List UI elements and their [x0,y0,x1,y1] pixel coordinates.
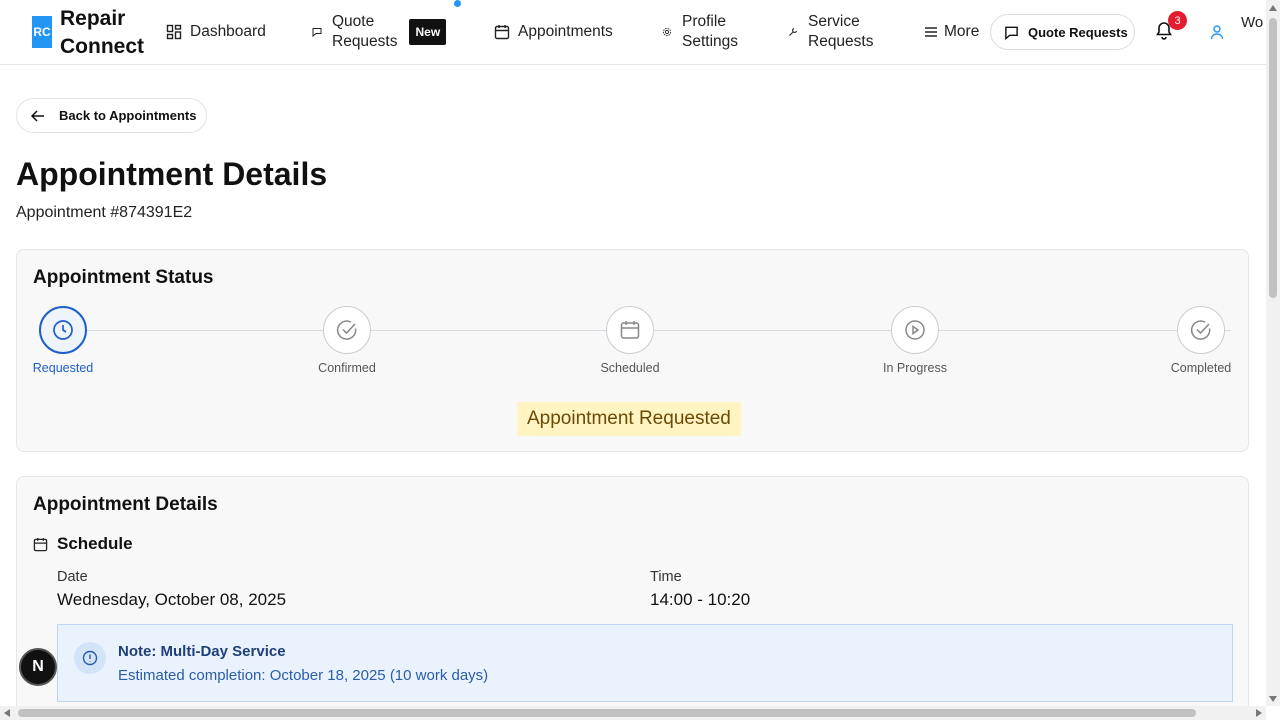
appointment-number: Appointment #874391E2 [16,204,193,221]
horizontal-scroll-thumb[interactable] [18,709,1196,717]
vertical-scrollbar[interactable] [1266,0,1280,706]
brand-line-1: Repair [60,7,126,30]
page-title: Appointment Details [16,156,328,192]
message-icon [312,28,322,37]
menu-icon [925,27,937,37]
step-label-requested: Requested [32,361,94,375]
nav-dashboard-label: Dashboard [190,23,266,40]
quote-requests-button[interactable]: Quote Requests [990,14,1135,50]
step-label-scheduled: Scheduled [600,361,660,375]
details-card-title: Appointment Details [33,494,218,515]
calendar-icon [494,25,510,40]
scroll-down-arrow-icon[interactable] [1269,696,1277,702]
step-label-completed: Completed [1170,361,1232,375]
note-text: Estimated completion: October 18, 2025 (… [118,667,489,684]
nav-quote-requests[interactable]: Quote Requests New [312,12,447,52]
nav-service-line2: Requests [808,33,874,50]
arrow-left-icon [31,109,44,122]
dashboard-icon [166,24,182,40]
calendar-icon [620,321,640,339]
status-badge: Appointment Requested [517,402,741,436]
schedule-heading: Schedule [33,534,133,554]
wrench-icon [789,27,798,36]
nav-service-line1: Service [808,13,860,30]
appointment-details-card: Appointment Details Schedule Date Wednes… [16,476,1249,716]
back-button-label: Back to Appointments [59,108,197,123]
step-completed [1177,306,1225,354]
date-label: Date [57,569,88,585]
nav-more-label: More [944,23,980,40]
time-label: Time [650,569,682,585]
scroll-right-arrow-icon[interactable] [1256,709,1262,717]
logo[interactable]: RC [32,16,52,48]
step-in-progress [891,306,939,354]
user-name[interactable]: Wo [1241,14,1263,31]
nav-service-requests[interactable]: Service Requests [788,12,873,52]
gear-icon [662,27,672,37]
nav-profile-settings-label: Profile Settings [682,12,738,52]
vertical-scroll-thumb[interactable] [1269,18,1277,298]
back-to-appointments-button[interactable]: Back to Appointments [16,98,207,133]
new-badge: New [409,19,447,45]
nav-appointments[interactable]: Appointments [494,22,613,42]
step-label-confirmed: Confirmed [318,361,376,375]
note-title: Note: Multi-Day Service [118,643,286,660]
notification-count-badge: 3 [1168,11,1187,30]
nav-quote-line2: Requests [332,33,398,50]
dev-tools-button[interactable]: N [19,648,57,686]
step-requested [39,306,87,354]
nav-appointments-label: Appointments [518,23,613,40]
calendar-icon [33,537,48,551]
quote-requests-button-label: Quote Requests [1028,24,1128,40]
brand-name[interactable]: Repair Connect [60,5,144,61]
notification-dot [454,0,461,7]
nav-profile-line2: Settings [682,33,739,50]
nav-quote-line1: Quote [332,13,375,30]
status-progress-line [79,330,1231,331]
nav-quote-requests-label: Quote Requests [332,12,397,52]
date-value: Wednesday, October 08, 2025 [57,590,287,609]
nav-profile-settings[interactable]: Profile Settings [662,12,738,52]
check-circle-icon [1190,320,1211,340]
nav-dashboard[interactable]: Dashboard [166,22,266,42]
nav-more[interactable]: More [924,22,979,42]
check-circle-icon [336,320,357,340]
multi-day-note: Note: Multi-Day Service Estimated comple… [57,624,1233,702]
scroll-up-arrow-icon[interactable] [1269,5,1277,11]
info-icon [74,642,106,674]
time-value: 14:00 - 10:20 [650,590,751,609]
clock-icon [53,320,73,340]
nav-profile-line1: Profile [682,13,726,30]
status-card-title: Appointment Status [33,267,214,288]
brand-line-2: Connect [60,35,144,58]
scroll-left-arrow-icon[interactable] [4,709,10,717]
horizontal-scrollbar[interactable] [0,706,1266,720]
schedule-heading-label: Schedule [57,534,133,553]
step-label-in-progress: In Progress [883,361,947,375]
appointment-status-card: Appointment Status Requested Confirmed S… [16,249,1249,452]
step-confirmed [323,306,371,354]
play-circle-icon [905,320,925,340]
nav-service-requests-label: Service Requests [808,12,873,52]
user-icon[interactable] [1210,24,1224,40]
top-nav: RC Repair Connect Dashboard Quote Reques… [0,0,1266,65]
message-icon [1005,26,1018,40]
step-scheduled [606,306,654,354]
